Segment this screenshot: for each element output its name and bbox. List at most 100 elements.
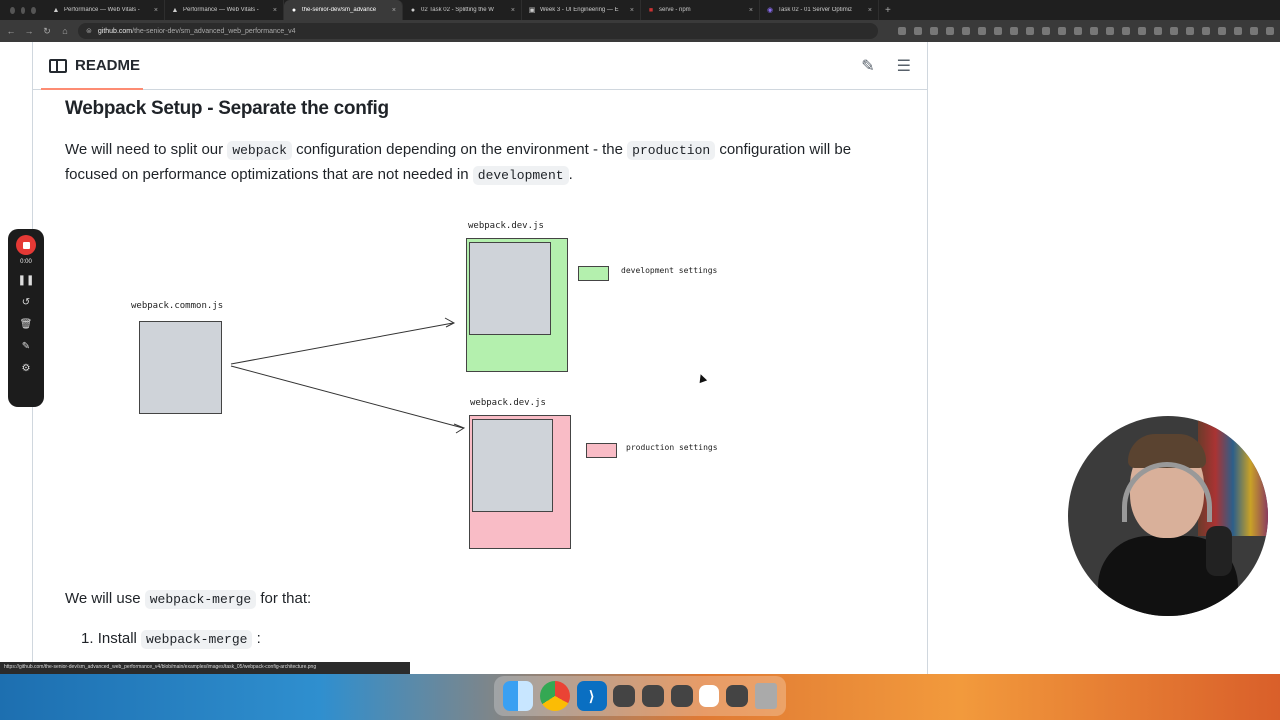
- extensions-area: [898, 27, 1274, 35]
- extension-icon[interactable]: [1186, 27, 1194, 35]
- extension-icon[interactable]: [1058, 27, 1066, 35]
- close-icon[interactable]: ×: [273, 7, 277, 14]
- trash-icon[interactable]: [754, 683, 777, 709]
- bookmark-star-icon[interactable]: [930, 27, 938, 35]
- window-controls[interactable]: [0, 6, 46, 14]
- prod-common-inner-box: [472, 419, 553, 512]
- extension-icon[interactable]: [946, 27, 954, 35]
- arrowhead-prod: [453, 423, 466, 434]
- window-thumbnail-icon[interactable]: [725, 685, 748, 707]
- browser-tab[interactable]: ■ serve - npm ×: [641, 0, 760, 20]
- readme-title[interactable]: README: [75, 57, 140, 74]
- intro-paragraph: We will need to split our webpack config…: [65, 141, 852, 185]
- extension-icon[interactable]: [1138, 27, 1146, 35]
- extension-icon[interactable]: [1042, 27, 1050, 35]
- close-icon[interactable]: ×: [868, 7, 872, 14]
- diagram-arrows: [230, 317, 466, 434]
- extension-icon[interactable]: [1026, 27, 1034, 35]
- macos-dock: ⟩: [494, 676, 786, 716]
- address-bar[interactable]: ⊜ github.com/the-senior-dev/sm_advanced_…: [78, 23, 878, 39]
- extension-icon[interactable]: [1154, 27, 1162, 35]
- vercel-icon: ▲: [52, 6, 60, 14]
- window-thumbnail-icon[interactable]: [613, 685, 636, 707]
- browser-toolbar: ← → ↻ ⌂ ⊜ github.com/the-senior-dev/sm_a…: [0, 20, 1280, 42]
- arrow-to-dev: [230, 322, 454, 365]
- url-host: github.com: [97, 27, 133, 35]
- dev-legend-swatch: [578, 266, 609, 281]
- merge-paragraph: We will use webpack-merge for that:: [65, 590, 312, 609]
- url-path: /the-senior-dev/sm_advanced_web_performa…: [132, 27, 296, 35]
- book-icon: [49, 58, 67, 73]
- arrowhead-dev: [444, 317, 456, 328]
- extension-icon[interactable]: [1234, 27, 1242, 35]
- link-status-bar: https://github.com/the-senior-dev/sm_adv…: [0, 662, 410, 674]
- draw-icon[interactable]: ✎: [22, 341, 30, 353]
- reload-icon[interactable]: ↻: [42, 26, 52, 37]
- page-content: README ✎ ☰ Webpack Setup - Separate the …: [0, 42, 1280, 674]
- inline-code: webpack-merge: [144, 590, 257, 609]
- browser-menu-icon[interactable]: [1266, 27, 1274, 35]
- screen-recorder-controls: 0:00 ❚❚ ↺ 🗑 ✎ ⚙: [8, 229, 44, 407]
- recording-timer: 0:00: [20, 259, 32, 265]
- document-icon[interactable]: [699, 685, 720, 707]
- close-icon[interactable]: ×: [749, 7, 753, 14]
- extension-icon[interactable]: [1202, 27, 1210, 35]
- chrome-icon[interactable]: [539, 681, 570, 711]
- browser-tab[interactable]: ● 02 Task 02 - Splitting the W ×: [403, 0, 522, 20]
- extension-icon[interactable]: [1010, 27, 1018, 35]
- extension-icon[interactable]: [962, 27, 970, 35]
- back-icon[interactable]: ←: [6, 26, 16, 36]
- microphone: [1206, 526, 1232, 576]
- extension-icon[interactable]: [978, 27, 986, 35]
- prod-legend-swatch: [586, 443, 617, 458]
- extension-icon[interactable]: [1122, 27, 1130, 35]
- vscode-icon[interactable]: ⟩: [576, 681, 607, 711]
- list-item: 1. Install webpack-merge :: [81, 630, 261, 649]
- webcam-overlay[interactable]: [1068, 416, 1268, 616]
- extension-icon[interactable]: [1170, 27, 1178, 35]
- inline-code: webpack-merge: [141, 630, 253, 649]
- dev-common-inner-box: [469, 242, 551, 335]
- pencil-icon[interactable]: ✎: [861, 56, 874, 76]
- close-icon[interactable]: ×: [630, 7, 634, 14]
- webpack-config-architecture-diagram[interactable]: webpack.common.js webpack.dev.js develop…: [33, 212, 833, 562]
- readme-panel: README ✎ ☰ Webpack Setup - Separate the …: [32, 42, 928, 674]
- browser-tab[interactable]: ▣ Week 3 - UI Engineering — E ×: [522, 0, 641, 20]
- stop-recording-button[interactable]: [16, 235, 36, 255]
- browser-tab[interactable]: ▲ Performance — Web Vitals - ×: [165, 0, 284, 20]
- new-tab-button[interactable]: +: [879, 5, 897, 16]
- trash-icon[interactable]: 🗑: [20, 319, 33, 331]
- dev-config-label: webpack.dev.js: [468, 221, 544, 231]
- outline-list-icon[interactable]: ☰: [897, 56, 911, 76]
- inline-code: production: [627, 141, 716, 160]
- settings-icon[interactable]: ⚙: [22, 363, 31, 375]
- site-info-icon[interactable]: ⊜: [86, 27, 92, 35]
- extension-icon[interactable]: [1218, 27, 1226, 35]
- readme-header: README ✎ ☰: [33, 42, 927, 90]
- zoom-icon[interactable]: [914, 27, 922, 35]
- window-thumbnail-icon[interactable]: [641, 685, 664, 707]
- close-icon[interactable]: ×: [154, 7, 158, 14]
- window-thumbnail-icon[interactable]: [670, 685, 693, 707]
- close-icon[interactable]: ×: [511, 7, 515, 14]
- extension-icon[interactable]: [994, 27, 1002, 35]
- browser-tab-active[interactable]: ● the-senior-dev/sm_advance ×: [284, 0, 403, 20]
- vercel-icon: ▲: [171, 6, 179, 14]
- browser-tab[interactable]: ▲ Performance — Web Vitals - ×: [46, 0, 165, 20]
- home-icon[interactable]: ⌂: [60, 26, 70, 36]
- extension-icon[interactable]: [1090, 27, 1098, 35]
- arrow-to-prod: [230, 365, 464, 429]
- install-icon[interactable]: [898, 27, 906, 35]
- extension-icon[interactable]: [1250, 27, 1258, 35]
- forward-icon[interactable]: →: [24, 26, 34, 36]
- extension-icon[interactable]: [1074, 27, 1082, 35]
- extension-icon[interactable]: [1106, 27, 1114, 35]
- pause-icon[interactable]: ❚❚: [18, 275, 35, 287]
- finder-icon[interactable]: [503, 681, 534, 711]
- browser-tab-bar: ▲ Performance — Web Vitals - × ▲ Performanc…: [0, 0, 1280, 20]
- restart-icon[interactable]: ↺: [22, 297, 30, 309]
- close-icon[interactable]: ×: [392, 7, 396, 14]
- github-icon: ●: [410, 6, 416, 14]
- browser-tab[interactable]: ◉ Task 02 - 01 Server Optimiz ×: [760, 0, 879, 20]
- active-tab-underline: [41, 88, 143, 90]
